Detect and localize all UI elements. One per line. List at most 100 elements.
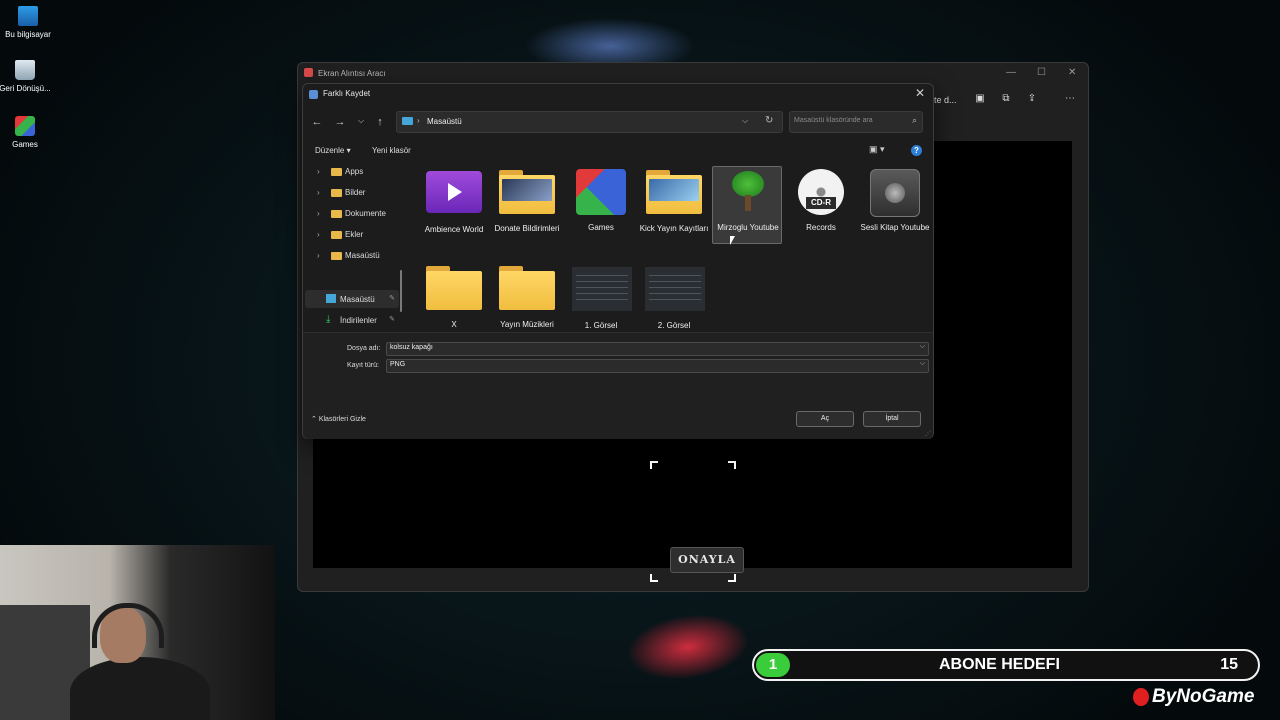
filetype-select[interactable]: PNG ⌵ (386, 359, 929, 373)
organize-button[interactable]: Düzenle ▾ (315, 146, 351, 155)
resize-grip-icon[interactable]: ⋰ (925, 430, 931, 437)
desktop-icon-label: Games (12, 140, 38, 149)
close-icon[interactable]: ✕ (913, 86, 927, 100)
search-input[interactable]: Masaüstü klasöründe ara ⌕ (789, 111, 923, 133)
cd-tag: CD-R (806, 197, 836, 209)
chevron-down-icon[interactable]: ⌵ (742, 116, 748, 126)
file-item-ambience-world[interactable]: Ambience World (418, 168, 490, 235)
maximize-icon[interactable]: ☐ (1037, 67, 1046, 78)
chevron-down-icon[interactable]: ⌵ (354, 116, 368, 126)
chevron-right-icon[interactable]: › (317, 251, 320, 260)
chevron-down-icon[interactable]: ⌵ (920, 343, 925, 351)
forward-arrow-icon[interactable]: → (333, 116, 347, 128)
file-name: 2. Görsel (657, 321, 691, 330)
sidebar-item-bilder[interactable]: › Bilder (303, 184, 403, 202)
desktop-icon-recycle-bin[interactable]: Geri Dönüşü... (0, 60, 53, 94)
goal-target: 15 (1220, 656, 1238, 673)
file-item-sesli-kitap-youtube[interactable]: Sesli Kitap Youtube (859, 168, 931, 233)
chevron-right-icon[interactable]: › (317, 188, 320, 197)
cd-icon: CD-R (798, 169, 844, 215)
address-bar[interactable]: › Masaüstü ⌵ ↻ (396, 111, 783, 133)
close-icon[interactable]: ✕ (1068, 67, 1076, 78)
file-item-donate-bildirimleri[interactable]: Donate Bildirimleri (491, 168, 563, 234)
goal-label: ABONE HEDEFI (939, 656, 1060, 673)
file-item-2-gorsel[interactable]: 2. Görsel (638, 264, 710, 331)
folder-icon (499, 266, 555, 310)
view-options-icon[interactable]: ▣ ▾ (869, 144, 885, 155)
open-button[interactable]: Aç (796, 411, 854, 427)
hide-folders-label: Klasörleri Gizle (318, 416, 366, 423)
file-name: Records (806, 223, 836, 232)
chevron-right-icon[interactable]: › (317, 209, 320, 218)
cancel-button[interactable]: İptal (863, 411, 921, 427)
crop-handle[interactable] (650, 461, 658, 469)
desktop-folder-icon (402, 117, 413, 125)
file-item-1-gorsel[interactable]: 1. Görsel (565, 264, 637, 331)
brand-logo-icon (1133, 688, 1149, 706)
refresh-icon[interactable]: ↻ (765, 115, 773, 126)
toolbar-truncated-text[interactable]: te d... (934, 95, 957, 105)
quick-access-label: İndirilenler (340, 316, 377, 325)
quick-access-downloads[interactable]: ⤓ İndirilenler ✎ (305, 311, 399, 329)
save-as-dialog: Farklı Kaydet ✕ ← → ⌵ ↑ › Masaüstü ⌵ ↻ M… (302, 83, 934, 439)
sidebar-item-apps[interactable]: › Apps (303, 163, 403, 181)
file-name: Ambience World (424, 225, 484, 234)
subscriber-goal-bar: 1 ABONE HEDEFI 15 (752, 649, 1260, 681)
file-item-yayin-muzikleri[interactable]: Yayın Müzikleri (491, 264, 563, 330)
brand-name: ByNoGame (1152, 686, 1255, 707)
file-item-x[interactable]: X (418, 264, 490, 330)
file-item-mirzoglu-youtube[interactable]: Mirzoglu Youtube (712, 166, 784, 244)
folder-icon (646, 170, 702, 214)
hide-folders-toggle[interactable]: ⌃ Klasörleri Gizle (311, 415, 366, 423)
file-item-kick-yayin-kayitlari[interactable]: Kick Yayın Kayıtları (638, 168, 710, 234)
filename-field[interactable]: kolsuz kapağı ⌵ (386, 342, 929, 356)
desktop-icon-games[interactable]: Games (0, 116, 53, 150)
chevron-down-icon[interactable]: ⌵ (920, 360, 925, 368)
copy-icon[interactable]: ⧉ (1000, 93, 1012, 105)
goal-current-count: 1 (756, 653, 790, 677)
save-options-pane: Dosya adı: kolsuz kapağı ⌵ Kayıt türü: P… (303, 332, 933, 439)
file-item-records[interactable]: CD-R Records (785, 168, 857, 233)
video-folder-icon (426, 171, 482, 213)
crop-handle[interactable] (650, 574, 658, 582)
file-item-games[interactable]: Games (565, 168, 637, 233)
chevron-up-icon: ⌃ (311, 416, 317, 423)
help-icon[interactable]: ? (911, 145, 922, 156)
folder-icon (331, 210, 342, 218)
desktop-icon-label: Bu bilgisayar (5, 30, 51, 39)
more-options-icon[interactable]: ⋯ (1064, 93, 1076, 105)
new-folder-button[interactable]: Yeni klasör (372, 146, 411, 155)
webcam-person (70, 657, 210, 720)
crop-handle[interactable] (728, 574, 736, 582)
desktop-icon-this-pc[interactable]: Bu bilgisayar (0, 6, 56, 40)
quick-access-desktop[interactable]: Masaüstü ✎ (305, 290, 399, 308)
back-arrow-icon[interactable]: ← (310, 116, 324, 128)
up-arrow-icon[interactable]: ↑ (373, 116, 387, 128)
webcam-overlay (0, 545, 275, 720)
quick-access-label: Masaüstü (340, 295, 375, 304)
computer-icon (18, 6, 38, 26)
file-name: Kick Yayın Kayıtları (639, 224, 709, 233)
window-title: Ekran Alıntısı Aracı (318, 69, 386, 78)
folder-icon (331, 252, 342, 260)
filename-value: kolsuz kapağı (390, 344, 433, 351)
file-name: Mirzoglu Youtube (717, 223, 779, 232)
sidebar-item-dokumente[interactable]: › Dokumente (303, 205, 403, 223)
sidebar-scrollbar[interactable] (400, 270, 402, 312)
sidebar-item-ekler[interactable]: › Ekler (303, 226, 403, 244)
sidebar-item-masaustu[interactable]: › Masaüstü (303, 247, 403, 265)
download-icon: ⤓ (326, 314, 331, 325)
crop-handle[interactable] (728, 461, 736, 469)
chevron-down-icon: ▾ (346, 146, 351, 155)
breadcrumb-current[interactable]: Masaüstü (427, 117, 462, 126)
sidebar-item-label: Apps (345, 167, 364, 176)
dialog-title: Farklı Kaydet (323, 89, 371, 98)
share-icon[interactable]: ⇪ (1026, 93, 1038, 105)
file-name: Donate Bildirimleri (494, 224, 560, 233)
folder-icon (499, 170, 555, 214)
minimize-icon[interactable]: — (1006, 67, 1016, 78)
chevron-right-icon[interactable]: › (317, 167, 320, 176)
snipping-tool-icon (304, 68, 313, 77)
chevron-right-icon[interactable]: › (317, 230, 320, 239)
save-icon[interactable]: ▣ (974, 93, 986, 105)
